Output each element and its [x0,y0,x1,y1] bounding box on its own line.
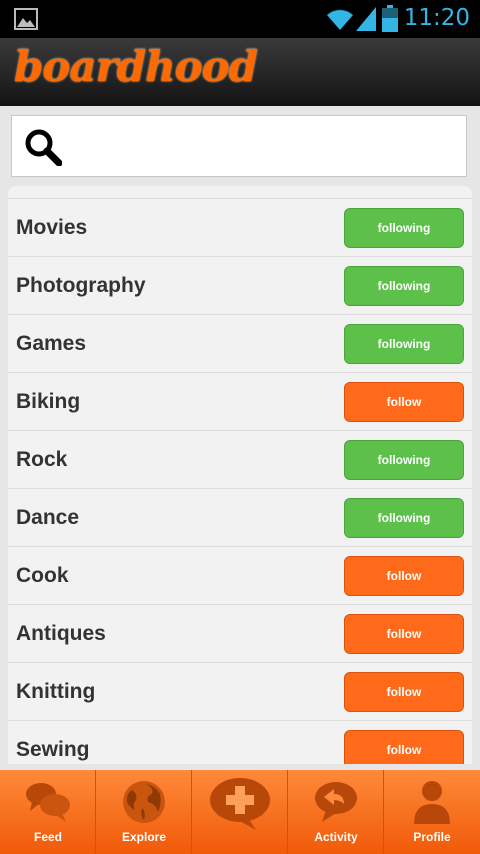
topic-label: Antiques [16,622,106,645]
globe-icon [123,781,165,823]
following-button[interactable]: following [344,266,464,306]
nav-label: Profile [413,830,451,844]
following-button[interactable]: following [344,498,464,538]
nav-feed[interactable]: Feed [0,770,96,854]
following-button[interactable]: following [344,208,464,248]
status-bar: 11:20 [0,0,480,38]
list-item: Antiques follow [8,605,472,663]
topic-label: Cook [16,564,69,587]
signal-icon [356,7,376,31]
wifi-icon [326,9,354,30]
speech-bubbles-icon [26,783,70,822]
list-item: Knitting follow [8,663,472,721]
nav-label: Activity [314,830,358,844]
follow-button[interactable]: follow [344,556,464,596]
follow-button[interactable]: follow [344,672,464,712]
search-input[interactable] [72,126,456,168]
topic-list: Movies following Photography following G… [8,186,472,764]
follow-button[interactable]: follow [344,382,464,422]
topic-label: Biking [16,390,81,413]
following-button[interactable]: following [344,324,464,364]
search-icon[interactable] [24,128,62,166]
nav-profile[interactable]: Profile [384,770,480,854]
list-header-spacer [8,186,472,199]
list-item: Dance following [8,489,472,547]
plus-bubble-icon [210,778,270,830]
battery-icon [382,5,398,32]
app-header: boardhood [0,38,480,106]
topic-label: Movies [16,216,88,239]
search-box[interactable] [11,115,467,177]
nav-label: Feed [33,830,62,844]
topic-label: Dance [16,506,80,529]
person-icon [414,781,450,824]
nav-activity[interactable]: Activity [288,770,384,854]
follow-button[interactable]: follow [344,730,464,764]
app-logo: boardhood [14,42,258,91]
list-item: Sewing follow [8,721,472,764]
reply-bubble-icon [315,782,357,822]
list-item: Movies following [8,199,472,257]
following-button[interactable]: following [344,440,464,480]
nav-label: Explore [121,830,166,844]
list-item: Photography following [8,257,472,315]
list-item: Cook follow [8,547,472,605]
topic-label: Games [16,332,87,355]
follow-button[interactable]: follow [344,614,464,654]
topic-label: Sewing [16,738,90,761]
list-item: Biking follow [8,373,472,431]
nav-explore[interactable]: Explore [96,770,192,854]
topic-label: Knitting [16,680,96,703]
list-item: Rock following [8,431,472,489]
bottom-nav: Feed Explore Activity Profile [0,770,480,854]
nav-new-post[interactable] [192,770,288,854]
topic-label: Photography [16,274,146,297]
topic-label: Rock [16,448,68,471]
clock-time: 11:20 [403,5,470,31]
list-item: Games following [8,315,472,373]
image-icon [14,8,38,30]
